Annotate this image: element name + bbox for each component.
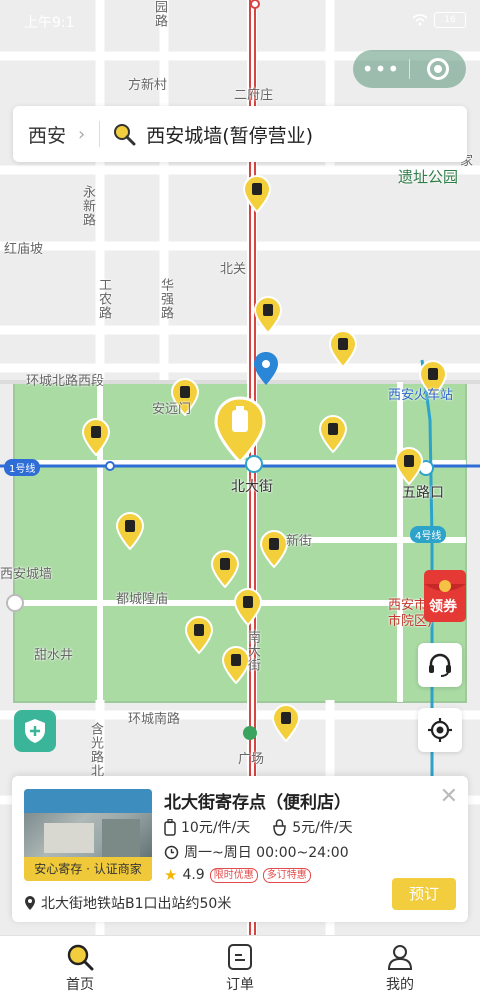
map-label: 华强路 xyxy=(158,278,173,320)
order-icon xyxy=(228,944,252,970)
profile-icon xyxy=(387,945,413,970)
certified-badge: 安心寄存 · 认证商家 xyxy=(24,857,152,881)
map-label: 二府庄 xyxy=(234,88,274,103)
tab-home[interactable]: 首页 xyxy=(0,936,160,1000)
bag-icon xyxy=(273,818,287,836)
tag-multi-offer: 多订特惠 xyxy=(262,867,311,883)
map-label: 含光路北 xyxy=(88,722,103,778)
bottom-tab-bar: 首页 订单 我的 xyxy=(0,935,480,1000)
rating-value: 4.9 xyxy=(182,867,205,883)
map-label: 新街 xyxy=(286,534,313,549)
map-label: 南大街 xyxy=(245,630,260,672)
suitcase-icon xyxy=(164,818,176,836)
coupon-button[interactable]: 领券 xyxy=(420,568,472,624)
chevron-right-icon: › xyxy=(78,123,86,145)
headset-icon xyxy=(429,653,451,677)
address-text: 北大街地铁站B1口出站约50米 xyxy=(41,896,232,912)
tab-profile[interactable]: 我的 xyxy=(320,936,480,1000)
metro-line1-badge: 1号线 xyxy=(4,459,41,476)
map-label: 西安火车站 xyxy=(388,388,454,403)
map-label: 甜水井 xyxy=(34,648,74,663)
locate-button[interactable] xyxy=(418,708,462,752)
battery-icon: 16 xyxy=(434,12,466,28)
search-input[interactable]: 西安城墙(暂停营业) xyxy=(146,121,313,148)
close-icon[interactable]: ✕ xyxy=(440,784,458,809)
status-time: 上午9:1 xyxy=(24,15,75,31)
tab-label: 首页 xyxy=(66,977,94,993)
price-row: 10元/件/天 5元/件/天 xyxy=(164,817,353,837)
map-label: 西安城墙 xyxy=(0,567,53,582)
map-label: 遗址公园 xyxy=(398,168,459,186)
map-label: 方新村 xyxy=(128,78,168,93)
location-pin-icon xyxy=(25,896,35,910)
map-label: 永新路 xyxy=(80,185,95,227)
map-label: 都城隍庙 xyxy=(116,592,169,607)
search-icon xyxy=(67,944,94,971)
customer-service-button[interactable] xyxy=(418,643,462,687)
clock-icon xyxy=(164,845,179,859)
tag-limited-offer: 限时优惠 xyxy=(209,867,258,883)
rating-row: ★ 4.9 限时优惠 多订特惠 xyxy=(164,866,311,884)
price-large-text: 10元/件/天 xyxy=(181,820,251,836)
shield-icon xyxy=(25,719,45,743)
tab-orders[interactable]: 订单 xyxy=(160,936,320,1000)
map-label: 工农路 xyxy=(96,278,111,320)
status-bar: 上午9:1 16 xyxy=(0,0,480,44)
map-label: 广场 xyxy=(238,752,265,767)
store-card[interactable]: 安心寄存 · 认证商家 北大街寄存点（便利店） ✕ 10元/件/天 5元/件/天… xyxy=(12,776,468,922)
price-small-text: 5元/件/天 xyxy=(292,820,353,836)
store-title: 北大街寄存点（便利店） xyxy=(164,793,351,813)
search-icon xyxy=(114,124,136,146)
search-bar[interactable]: 西安 › 西安城墙(暂停营业) xyxy=(13,106,467,162)
more-dots-icon[interactable]: ••• xyxy=(353,50,409,88)
map-label: 北大街 xyxy=(231,479,273,495)
map-label: 环城南路 xyxy=(128,712,181,727)
tab-label: 订单 xyxy=(226,977,254,993)
store-address: 北大街地铁站B1口出站约50米 xyxy=(24,893,231,913)
city-selector[interactable]: 西安 xyxy=(28,121,66,148)
crosshair-icon xyxy=(428,718,452,742)
price-large: 10元/件/天 xyxy=(164,817,250,837)
wifi-icon xyxy=(412,14,428,26)
metro-line4-badge: 4号线 xyxy=(410,526,447,543)
target-circle-icon[interactable] xyxy=(410,58,466,80)
book-button[interactable]: 预订 xyxy=(392,878,456,910)
safety-shield-button[interactable] xyxy=(14,710,56,752)
star-icon: ★ xyxy=(164,866,178,884)
map-label: 北关 xyxy=(220,262,247,277)
price-small: 5元/件/天 xyxy=(272,817,353,837)
map-label: 安远门 xyxy=(152,402,192,417)
map-label: 环城北路西段 xyxy=(26,374,105,389)
hours-text: 周一~周日 00:00~24:00 xyxy=(184,845,349,861)
tab-label: 我的 xyxy=(386,977,414,993)
coupon-label: 领券 xyxy=(429,599,457,615)
opening-hours: 周一~周日 00:00~24:00 xyxy=(164,842,349,862)
search-divider xyxy=(99,121,101,147)
mini-program-capsule[interactable]: ••• xyxy=(353,50,466,88)
map-label: 红庙坡 xyxy=(4,242,44,257)
map-label: 五路口 xyxy=(402,485,444,501)
